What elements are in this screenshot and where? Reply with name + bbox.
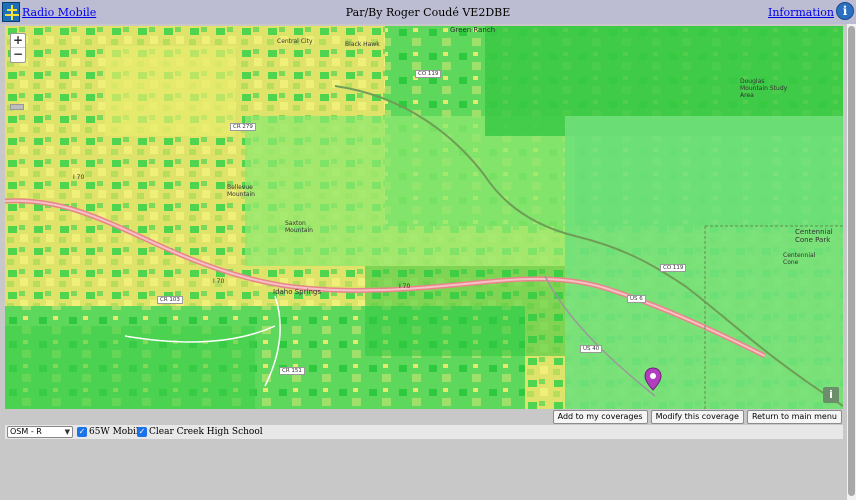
map-label-douglas-mountain: Douglas Mountain Study Area xyxy=(740,78,788,99)
map-attribution-info-icon[interactable]: i xyxy=(823,387,839,403)
page-title: Par/By Roger Coudé VE2DBE xyxy=(345,6,511,19)
modify-coverage-button[interactable]: Modify this coverage xyxy=(650,410,744,424)
map-label-central-city: Central City xyxy=(277,38,313,45)
map-label-cr103: CR 103 xyxy=(157,296,183,304)
scrollbar-thumb[interactable] xyxy=(848,26,855,496)
checkbox-65w-mobile[interactable]: ✓ xyxy=(77,427,87,437)
zoom-in-button[interactable]: + xyxy=(11,34,25,48)
zoom-out-button[interactable]: − xyxy=(11,48,25,62)
basemap-select-value: OSM - R xyxy=(10,427,42,436)
coverage-action-buttons: Add to my coverages Modify this coverage… xyxy=(550,410,842,424)
zoom-control: + − xyxy=(10,33,26,63)
checkbox-65w-mobile-label: 65W Mobile xyxy=(89,427,145,437)
layer-controls: OSM - R ▼ ✓ 65W Mobile ✓ Clear Creek Hig… xyxy=(5,425,843,439)
map-label-cr279: CR 279 xyxy=(230,123,256,131)
checkbox-clear-creek-label: Clear Creek High School xyxy=(149,427,263,437)
map-label-black-hawk: Black Hawk xyxy=(345,41,380,48)
map-label-cr151: CR 151 xyxy=(279,367,305,375)
page-scrollbar[interactable] xyxy=(847,24,856,500)
map-label-bellevue-mountain: Bellevue Mountain xyxy=(227,184,255,198)
chevron-down-icon: ▼ xyxy=(64,428,70,436)
map-label-us40: US 40 xyxy=(580,345,603,353)
map-label-co119-top: CO 119 xyxy=(415,70,442,78)
top-bar: Radio Mobile Par/By Roger Coudé VE2DBE I… xyxy=(0,0,856,24)
map-label-i70-mid: I 70 xyxy=(213,278,225,285)
map-label-us6: US 6 xyxy=(627,295,646,303)
zoom-slider-handle[interactable] xyxy=(10,104,24,110)
information-link[interactable]: Information xyxy=(768,6,834,19)
map-label-centennial-park: Centennial Cone Park xyxy=(795,228,833,244)
map-label-idaho-springs: Idaho Springs xyxy=(273,288,321,296)
map-label-green-ranch: Green Ranch xyxy=(450,26,496,34)
map-label-centennial-cone: Centennial Cone xyxy=(783,252,816,266)
map-label-co119-right: CO 119 xyxy=(660,264,687,272)
coverage-map[interactable]: Green Ranch Central City Black Hawk CO 1… xyxy=(5,26,843,409)
checkbox-clear-creek[interactable]: ✓ xyxy=(137,427,147,437)
map-label-i70-left: I 70 xyxy=(73,174,85,181)
map-label-saxton-mountain: Saxton Mountain xyxy=(285,220,313,234)
map-label-i70-right: I 70 xyxy=(399,283,411,290)
information-icon[interactable]: i xyxy=(836,2,854,20)
basemap-select[interactable]: OSM - R ▼ xyxy=(7,426,73,438)
add-to-coverages-button[interactable]: Add to my coverages xyxy=(552,410,648,424)
map-canvas xyxy=(5,26,843,409)
return-main-menu-button[interactable]: Return to main menu xyxy=(746,410,842,424)
